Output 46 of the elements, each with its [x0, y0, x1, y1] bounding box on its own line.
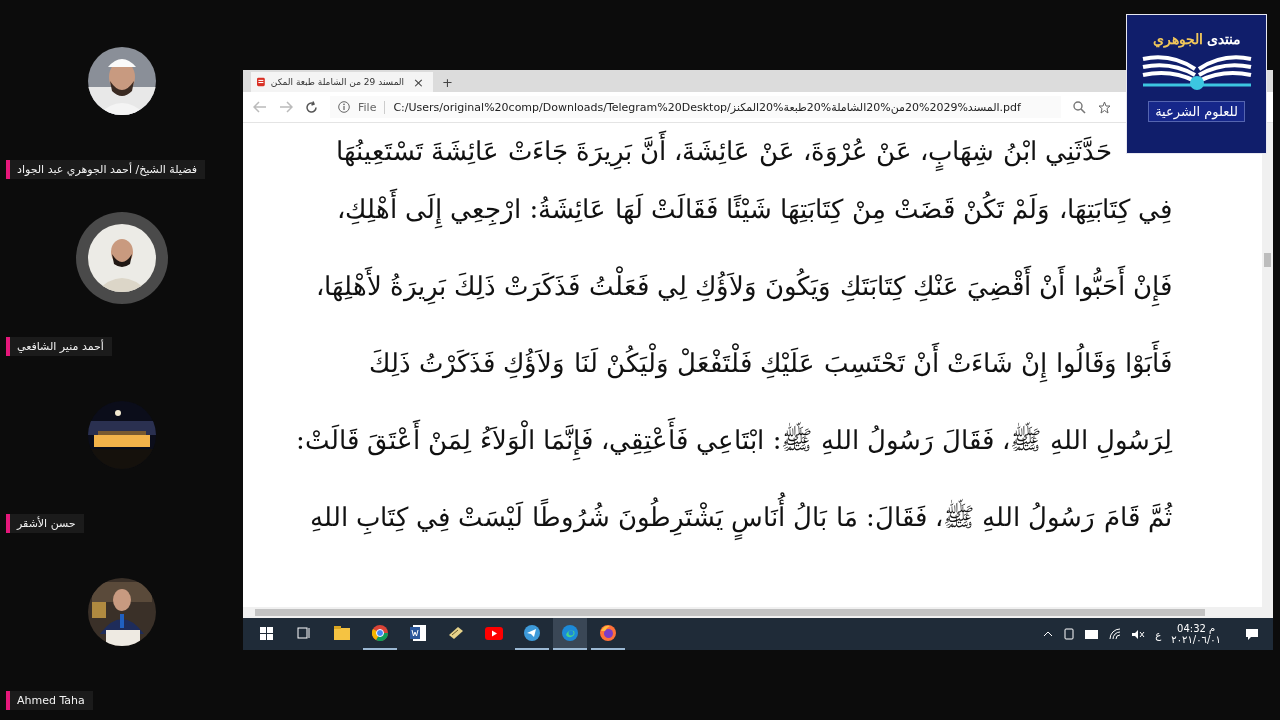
- clock-date: ٢٠٢١/٠٦/٠١: [1171, 634, 1221, 645]
- scrollbar-thumb[interactable]: [1264, 253, 1271, 267]
- play-icon: [485, 626, 503, 640]
- participant-name: فضيلة الشيخ/ أحمد الجوهري عبد الجواد: [10, 160, 205, 179]
- document-icon: [410, 625, 426, 641]
- pdf-icon: [257, 76, 265, 88]
- browser-tab[interactable]: المسند 29 من الشاملة طبعة المكن ×: [251, 72, 433, 92]
- clock-time: 04:32 م: [1177, 623, 1216, 634]
- info-icon: [338, 101, 350, 113]
- text-line: فَأَبَوْا وَقَالُوا إِنْ شَاءَتْ أَنْ تَحْتَسِبَ عَلَيْكِ فَلْتَفْعَلْ وَلْيَكُنْ لَنَا وَلاَؤُكِ فَذَكَرْتُ ذَلِكَ: [281, 325, 1172, 402]
- windows-icon: [259, 626, 273, 640]
- logo-subtitle: للعلوم الشرعية: [1148, 101, 1245, 122]
- text-line: ثُمَّ قَامَ رَسُولُ اللهِ ﷺ، فَقَالَ: مَا بَالُ أُنَاسٍ يَشْتَرِطُونَ شُرُوطًا لَيْسَتْ فِي كِتَابِ اللهِ: [281, 479, 1172, 556]
- device-icon[interactable]: [1063, 628, 1076, 640]
- close-button[interactable]: ×: [410, 75, 427, 89]
- notification-icon[interactable]: [1245, 627, 1259, 641]
- browser-icon: [600, 625, 616, 641]
- text-line: فِي كِتَابَتِهَا، وَلَمْ تَكُنْ قَضَتْ مِنْ كِتَابَتِهَا شَيْئًا فَقَالَتْ لَهَا عَائِشَةُ: ارْجِعِي إِلَى أَهْلِكِ،: [281, 171, 1172, 248]
- participant-name: أحمد منير الشافعي: [10, 337, 112, 356]
- paper-plane-icon: [524, 625, 540, 641]
- logo-title: منتدى: [1206, 31, 1241, 47]
- star-icon[interactable]: [1098, 100, 1111, 114]
- app-icon: [448, 626, 464, 640]
- scrollbar-thumb[interactable]: [255, 609, 1205, 616]
- clock[interactable]: 04:32 م ٢٠٢١/٠٦/٠١: [1171, 623, 1221, 645]
- scheme-label: File: [358, 100, 386, 114]
- new-tab-button[interactable]: +: [439, 76, 456, 89]
- battery-icon[interactable]: [1085, 629, 1100, 639]
- logo-title: الجوهري: [1152, 31, 1203, 47]
- address-url: C:/Users/original%20comp/Downloads/Telegram%20Desktop/المسند%2029%20من%20الشاملة%20طبعة%20المكنز.pdf: [393, 100, 1021, 114]
- muted-speaker-icon[interactable]: [1131, 628, 1146, 640]
- text-line: لِرَسُولِ اللهِ ﷺ، فَقَالَ رَسُولُ اللهِ ﷺ: ابْتَاعِي فَأَعْتِقِي، فَإِنَّمَا الْوَلاَءُ لِمَنْ أَعْتَقَ قَالَتْ:: [281, 402, 1172, 479]
- tab-title: المسند 29 من الشاملة طبعة المكن: [270, 77, 405, 87]
- browser-icon: [562, 625, 578, 641]
- browser-icon: [372, 625, 388, 641]
- task-view-icon: [297, 627, 311, 639]
- participant-name: حسن الأشقر: [10, 514, 84, 533]
- wifi-icon[interactable]: [1109, 628, 1122, 640]
- text-line: فَإِنْ أَحَبُّوا أَنْ أَقْضِيَ عَنْكِ كِتَابَتَكِ وَيَكُونَ وَلاَؤُكِ لِي فَعَلْتُ فَذَكَرَتْ ذَلِكَ بَرِيرَةُ لأَهْلِهَا،: [281, 248, 1172, 325]
- caret-icon[interactable]: [1043, 631, 1054, 637]
- language-indicator[interactable]: ع: [1155, 628, 1162, 640]
- folder-icon: [334, 626, 350, 640]
- reload-icon[interactable]: [305, 100, 318, 114]
- text-line: حَدَّثَنِي ابْنُ شِهَابٍ، عَنْ عُرْوَةَ، عَنْ عَائِشَةَ، أَنَّ بَرِيرَةَ جَاءَتْ عَائِشَةَ تَسْتَعِينُهَا: [281, 131, 1172, 171]
- participant-name: Ahmed Taha: [10, 691, 93, 710]
- zoom-icon[interactable]: [1073, 100, 1086, 114]
